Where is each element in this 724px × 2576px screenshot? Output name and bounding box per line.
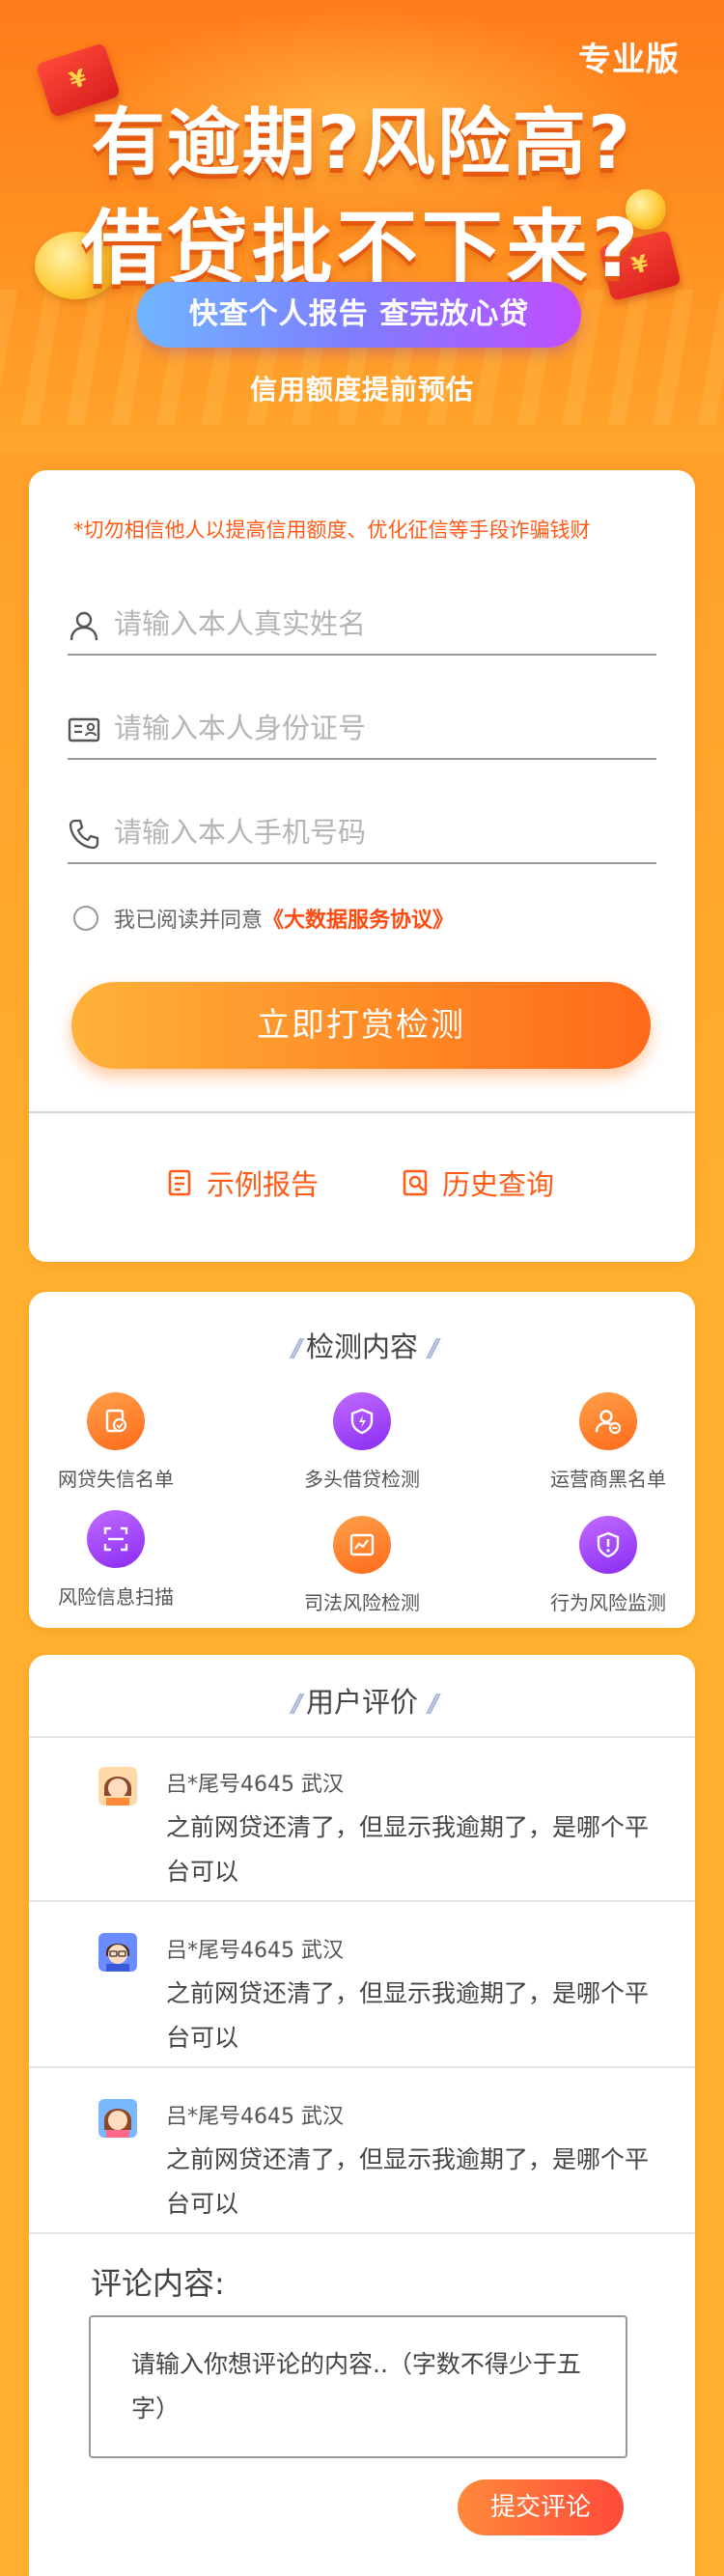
name-field [68, 588, 656, 656]
history-query-label: 历史查询 [442, 1168, 555, 1201]
reviews-title: 用户评价 [305, 1686, 418, 1719]
sample-report-label: 示例报告 [207, 1168, 320, 1201]
detect-item-behavior-risk[interactable]: 行为风险监测 [521, 1516, 695, 1615]
agreement-row: 我已阅读并同意 《大数据服务协议》 [73, 899, 454, 938]
report-icon [168, 1169, 191, 1196]
detect-item-loan-dishonest[interactable]: 网贷失信名单 [29, 1392, 203, 1492]
shield-alert-icon [579, 1516, 637, 1574]
divider [29, 1111, 695, 1113]
review-user: 吕*尾号4645 武汉 [166, 2105, 344, 2129]
review-user: 吕*尾号4645 武汉 [166, 1773, 344, 1797]
scan-icon [87, 1510, 145, 1568]
hero-banner: 专业版 有逾期?风险高? 借贷批不下来? 快查个人报告 查完放心贷 信用额度提前… [0, 0, 724, 454]
detect-item-risk-scan[interactable]: 风险信息扫描 [29, 1510, 203, 1610]
hero-subtitle: 信用额度提前预估 [249, 374, 474, 406]
agree-text: 我已阅读并同意 [114, 909, 264, 933]
hero-headline-1: 有逾期?风险高? [91, 99, 633, 185]
title-decoration: // [428, 1690, 438, 1719]
title-decoration: // [291, 1334, 301, 1363]
detect-content-card: //检测内容// 网贷失信名单 多头借贷检测 运营商黑名单 风险信息扫描 司法风… [29, 1292, 695, 1628]
review-text: 之前网贷还清了，但显示我逾期了，是哪个平台可以 [166, 1813, 650, 1886]
id-field [68, 692, 656, 760]
review-text: 之前网贷还清了，但显示我逾期了，是哪个平台可以 [166, 2145, 650, 2218]
divider [29, 1900, 695, 1902]
detect-item-label: 风险信息扫描 [58, 1585, 174, 1609]
history-search-icon [403, 1169, 428, 1196]
detect-item-label: 运营商黑名单 [550, 1468, 666, 1491]
user-reviews-card: //用户评价// 吕*尾号4645 武汉 之前网贷还清了，但显示我逾期了，是哪个… [29, 1655, 695, 2576]
detect-item-label: 网贷失信名单 [58, 1468, 174, 1491]
shield-lightning-icon [333, 1392, 391, 1450]
sample-report-link[interactable]: 示例报告 [166, 1163, 319, 1202]
divider [29, 2066, 695, 2068]
avatar [98, 1767, 137, 1806]
title-decoration: // [291, 1690, 301, 1719]
comment-box [89, 2315, 627, 2458]
reviews-section-title: //用户评价// [29, 1680, 695, 1721]
fraud-warning: *切勿相信他人以提高信用额度、优化征信等手段诈骗钱财 [73, 518, 591, 542]
detect-section-title: //检测内容// [29, 1325, 695, 1365]
agree-radio[interactable] [73, 906, 98, 931]
pro-version-badge: 专业版 [578, 41, 680, 79]
document-check-icon [87, 1392, 145, 1450]
avatar [98, 2099, 137, 2138]
detect-item-label: 多头借贷检测 [304, 1468, 420, 1491]
review-item: 吕*尾号4645 武汉 之前网贷还清了，但显示我逾期了，是哪个平台可以 [29, 1904, 695, 2068]
chart-monitor-icon [333, 1516, 391, 1574]
detect-item-carrier-blacklist[interactable]: 运营商黑名单 [521, 1392, 695, 1492]
detect-title: 检测内容 [305, 1330, 418, 1363]
user-icon [70, 611, 98, 641]
submit-comment-button[interactable]: 提交评论 [458, 2479, 624, 2535]
id-card-icon [68, 717, 100, 742]
phone-input[interactable] [114, 808, 635, 856]
detect-item-label: 行为风险监测 [550, 1591, 666, 1614]
review-item: 吕*尾号4645 武汉 之前网贷还清了，但显示我逾期了，是哪个平台可以 [29, 2070, 695, 2234]
detect-item-multi-borrow[interactable]: 多头借贷检测 [275, 1392, 449, 1492]
phone-field [68, 797, 656, 864]
divider [29, 2232, 695, 2234]
start-detect-button[interactable]: 立即打赏检测 [71, 982, 651, 1069]
user-minus-icon [579, 1392, 637, 1450]
detect-item-judicial-risk[interactable]: 司法风险检测 [275, 1516, 449, 1615]
comment-textarea[interactable] [131, 2342, 604, 2439]
service-agreement-link[interactable]: 《大数据服务协议》 [263, 903, 454, 934]
phone-icon [69, 819, 99, 850]
review-user: 吕*尾号4645 武汉 [166, 1939, 344, 1963]
comment-label: 评论内容: [91, 2265, 225, 2302]
review-item: 吕*尾号4645 武汉 之前网贷还清了，但显示我逾期了，是哪个平台可以 [29, 1738, 695, 1902]
avatar [98, 1933, 137, 1972]
name-input[interactable] [114, 600, 635, 648]
query-form-card: *切勿相信他人以提高信用额度、优化征信等手段诈骗钱财 我已阅读并同意 《大数据服… [29, 470, 695, 1262]
detect-item-label: 司法风险检测 [304, 1591, 420, 1614]
history-query-link[interactable]: 历史查询 [402, 1163, 554, 1202]
review-text: 之前网贷还清了，但显示我逾期了，是哪个平台可以 [166, 1979, 650, 2052]
title-decoration: // [428, 1334, 438, 1363]
hero-slogan-pill: 快查个人报告 查完放心贷 [137, 282, 581, 348]
id-number-input[interactable] [114, 704, 635, 752]
